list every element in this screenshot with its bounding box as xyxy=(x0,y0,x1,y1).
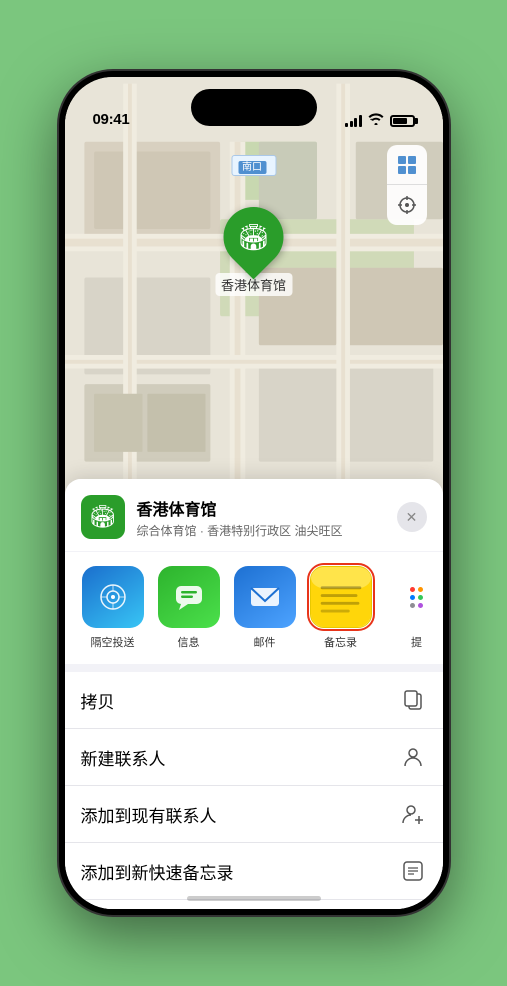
notes-share-item[interactable]: 备忘录 xyxy=(309,566,373,650)
bottom-sheet: 🏟 香港体育馆 综合体育馆 · 香港特别行政区 油尖旺区 ✕ xyxy=(65,479,443,909)
add-quick-note-action[interactable]: 添加到新快速备忘录 xyxy=(65,843,443,900)
print-action[interactable]: 打印 xyxy=(65,900,443,909)
dynamic-island xyxy=(191,89,317,126)
signal-icon xyxy=(345,115,362,127)
add-quick-note-label: 添加到新快速备忘录 xyxy=(81,859,234,884)
add-existing-contact-action[interactable]: 添加到现有联系人 xyxy=(65,786,443,843)
new-contact-action[interactable]: 新建联系人 xyxy=(65,729,443,786)
action-list: 拷贝 新建联系人 xyxy=(65,672,443,909)
location-button[interactable] xyxy=(387,185,427,225)
mail-share-item[interactable]: 邮件 xyxy=(233,566,297,650)
notes-icon xyxy=(310,566,372,628)
wifi-icon xyxy=(368,113,384,128)
new-contact-label: 新建联系人 xyxy=(81,745,166,770)
more-share-item[interactable]: 提 xyxy=(385,566,443,650)
place-icon: 🏟 xyxy=(81,495,125,539)
quick-note-icon xyxy=(399,857,427,885)
marker-pin: 🏟 xyxy=(211,195,296,280)
notes-label: 备忘录 xyxy=(324,634,357,650)
copy-action[interactable]: 拷贝 xyxy=(65,672,443,729)
copy-label: 拷贝 xyxy=(81,688,115,713)
message-share-item[interactable]: 信息 xyxy=(157,566,221,650)
map-area: 南口 xyxy=(65,77,443,507)
person-icon xyxy=(399,743,427,771)
location-marker: 🏟 香港体育馆 xyxy=(215,207,292,296)
phone-screen: 09:41 xyxy=(65,77,443,909)
map-type-button[interactable] xyxy=(387,145,427,185)
mail-label: 邮件 xyxy=(254,634,276,650)
mail-icon xyxy=(234,566,296,628)
road-label: 南口 xyxy=(231,155,276,176)
more-icon xyxy=(395,566,439,628)
place-subtitle: 综合体育馆 · 香港特别行政区 油尖旺区 xyxy=(137,522,385,539)
place-info: 香港体育馆 综合体育馆 · 香港特别行政区 油尖旺区 xyxy=(137,496,385,539)
map-controls xyxy=(387,145,427,225)
add-existing-contact-label: 添加到现有联系人 xyxy=(81,802,217,827)
more-label: 提 xyxy=(411,634,422,650)
message-icon xyxy=(158,566,220,628)
status-icons xyxy=(345,113,415,128)
message-label: 信息 xyxy=(178,634,200,650)
person-add-icon xyxy=(399,800,427,828)
share-row: 隔空投送 信息 xyxy=(65,552,443,664)
status-time: 09:41 xyxy=(93,111,130,128)
place-name: 香港体育馆 xyxy=(137,496,385,520)
airdrop-icon xyxy=(82,566,144,628)
battery-icon xyxy=(390,115,415,127)
airdrop-label: 隔空投送 xyxy=(91,634,135,650)
place-header: 🏟 香港体育馆 综合体育馆 · 香港特别行政区 油尖旺区 ✕ xyxy=(65,479,443,551)
close-button[interactable]: ✕ xyxy=(397,502,427,532)
airdrop-share-item[interactable]: 隔空投送 xyxy=(81,566,145,650)
home-indicator xyxy=(187,896,321,901)
copy-icon xyxy=(399,686,427,714)
phone-frame: 09:41 xyxy=(59,71,449,915)
